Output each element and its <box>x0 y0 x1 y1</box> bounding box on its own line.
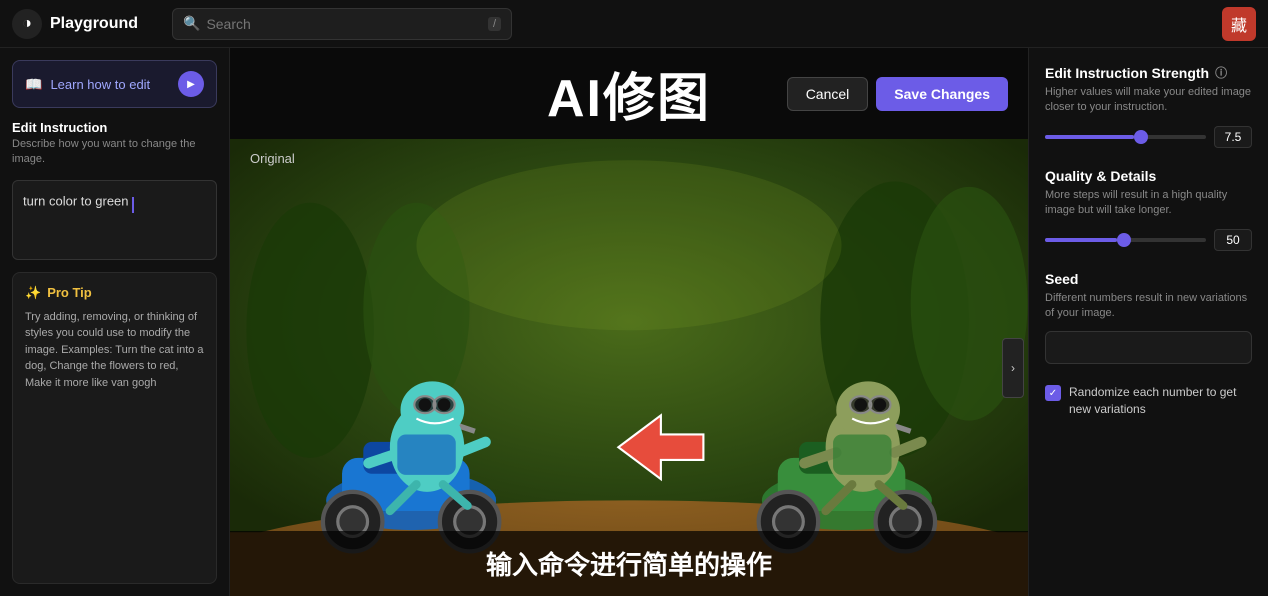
seed-title: Seed <box>1045 271 1078 287</box>
quality-slider-row: 50 <box>1045 229 1252 251</box>
randomize-row: ✓ Randomize each number to get new varia… <box>1045 384 1252 418</box>
text-cursor <box>132 197 134 213</box>
center-header: AI修图 Cancel Save Changes <box>230 48 1028 139</box>
learn-btn-label: Learn how to edit <box>50 77 150 92</box>
strength-section: Edit Instruction Strength ⓘ Higher value… <box>1045 64 1252 148</box>
topbar: ◑ Playground 🔍 / 藏 <box>0 0 1268 48</box>
strength-slider-track[interactable] <box>1045 135 1206 139</box>
strength-value: 7.5 <box>1214 126 1252 148</box>
topbar-right: 藏 <box>1222 7 1256 41</box>
main-layout: 📖 Learn how to edit ▶ Edit Instruction D… <box>0 48 1268 596</box>
strength-desc: Higher values will make your edited imag… <box>1045 85 1252 116</box>
logo-text: Playground <box>50 15 138 33</box>
search-icon: 🔍 <box>183 15 200 32</box>
quality-section: Quality & Details More steps will result… <box>1045 168 1252 251</box>
logo-icon: ◑ <box>12 9 42 39</box>
quality-desc: More steps will result in a high quality… <box>1045 188 1252 219</box>
randomize-checkbox[interactable]: ✓ <box>1045 385 1061 401</box>
seed-desc: Different numbers result in new variatio… <box>1045 291 1252 322</box>
image-area: Original <box>230 139 1028 596</box>
right-panel: Edit Instruction Strength ⓘ Higher value… <box>1028 48 1268 596</box>
search-kbd: / <box>488 17 501 31</box>
page-title: AI修图 <box>547 56 711 131</box>
strength-title: Edit Instruction Strength <box>1045 65 1209 81</box>
strength-slider-thumb[interactable] <box>1134 130 1148 144</box>
left-sidebar: 📖 Learn how to edit ▶ Edit Instruction D… <box>0 48 230 596</box>
star-icon: ✨ <box>25 285 41 301</box>
search-input[interactable] <box>206 16 482 32</box>
play-icon: ▶ <box>178 71 204 97</box>
randomize-label: Randomize each number to get new variati… <box>1069 384 1252 418</box>
avatar[interactable]: 藏 <box>1222 7 1256 41</box>
center-area: AI修图 Cancel Save Changes Original <box>230 48 1028 596</box>
save-button[interactable]: Save Changes <box>876 77 1008 111</box>
edit-instruction-title: Edit Instruction <box>12 120 217 135</box>
quality-value: 50 <box>1214 229 1252 251</box>
info-icon: ⓘ <box>1215 64 1227 81</box>
logo-area: ◑ Playground <box>12 9 172 39</box>
quality-title: Quality & Details <box>1045 168 1156 184</box>
cancel-button[interactable]: Cancel <box>787 77 869 111</box>
strength-slider-row: 7.5 <box>1045 126 1252 148</box>
quality-slider-fill <box>1045 238 1117 242</box>
edit-instruction-input[interactable]: turn color to green <box>12 180 217 260</box>
action-buttons: Cancel Save Changes <box>787 77 1008 111</box>
edit-instruction-desc: Describe how you want to change the imag… <box>12 137 217 168</box>
seed-section: Seed Different numbers result in new var… <box>1045 271 1252 365</box>
quality-slider-thumb[interactable] <box>1117 233 1131 247</box>
bottom-caption: 输入命令进行简单的操作 <box>230 531 1028 596</box>
quality-slider-track[interactable] <box>1045 238 1206 242</box>
learn-how-to-edit-button[interactable]: 📖 Learn how to edit ▶ <box>12 60 217 108</box>
search-bar[interactable]: 🔍 / <box>172 8 512 40</box>
pro-tip-box: ✨ Pro Tip Try adding, removing, or think… <box>12 272 217 584</box>
pro-tip-text: Try adding, removing, or thinking of sty… <box>25 309 204 392</box>
image-container: 输入命令进行简单的操作 <box>230 139 1028 596</box>
strength-slider-fill <box>1045 135 1134 139</box>
seed-input[interactable] <box>1045 331 1252 364</box>
original-label: Original <box>250 151 295 166</box>
pro-tip-title: Pro Tip <box>47 285 92 300</box>
book-icon: 📖 <box>25 76 42 93</box>
scene-image <box>230 139 1028 596</box>
chevron-right-button[interactable]: › <box>1002 338 1024 398</box>
edit-instruction-section: Edit Instruction Describe how you want t… <box>12 120 217 168</box>
